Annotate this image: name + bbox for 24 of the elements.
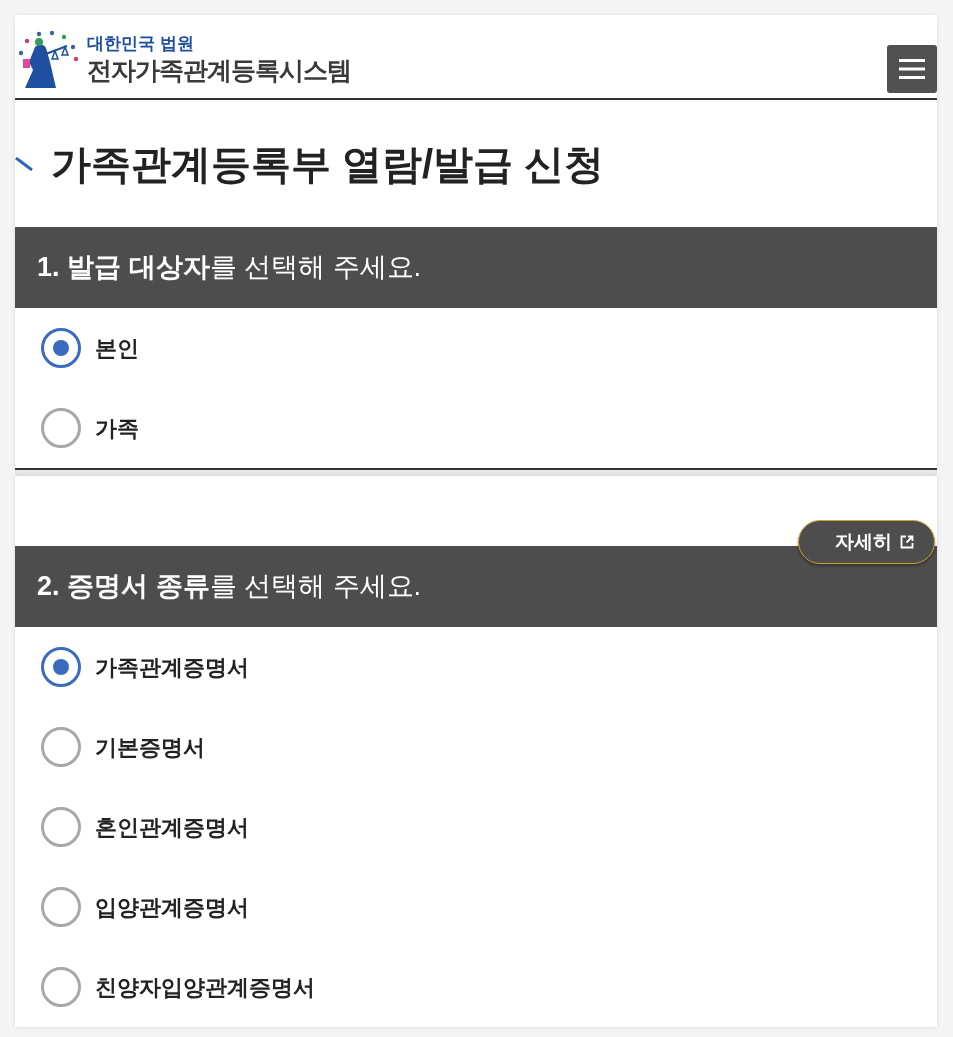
external-link-icon <box>900 535 914 549</box>
radio-button[interactable] <box>41 328 81 368</box>
radio-button[interactable] <box>41 807 81 847</box>
option-label[interactable]: 본인 <box>95 331 139 365</box>
radio-button[interactable] <box>41 647 81 687</box>
radio-button[interactable] <box>41 408 81 448</box>
option-label[interactable]: 기본증명서 <box>95 730 205 764</box>
option-label[interactable]: 친양자입양관계증명서 <box>95 970 315 1004</box>
option-label[interactable]: 입양관계증명서 <box>95 890 249 924</box>
section-heading: 2. 증명서 종류를 선택해 주세요. <box>37 570 422 604</box>
menu-icon <box>899 58 925 79</box>
option-label[interactable]: 가족 <box>95 411 139 445</box>
radio-button[interactable] <box>41 967 81 1007</box>
section-heading: 1. 발급 대상자를 선택해 주세요. <box>37 251 422 285</box>
menu-button[interactable] <box>887 44 937 93</box>
option-label[interactable]: 가족관계증명서 <box>95 650 249 684</box>
logo-title: 전자가족관계등록시스템 <box>87 57 351 83</box>
radio-button[interactable] <box>41 727 81 767</box>
logo-subtitle: 대한민국 법원 <box>87 34 195 52</box>
title-marker-icon <box>15 156 33 171</box>
option-label[interactable]: 혼인관계증명서 <box>95 810 249 844</box>
radio-button[interactable] <box>41 887 81 927</box>
detail-button[interactable]: 자세히 <box>798 520 935 564</box>
page-title: 가족관계등록부 열람/발급 신청 <box>51 140 605 188</box>
